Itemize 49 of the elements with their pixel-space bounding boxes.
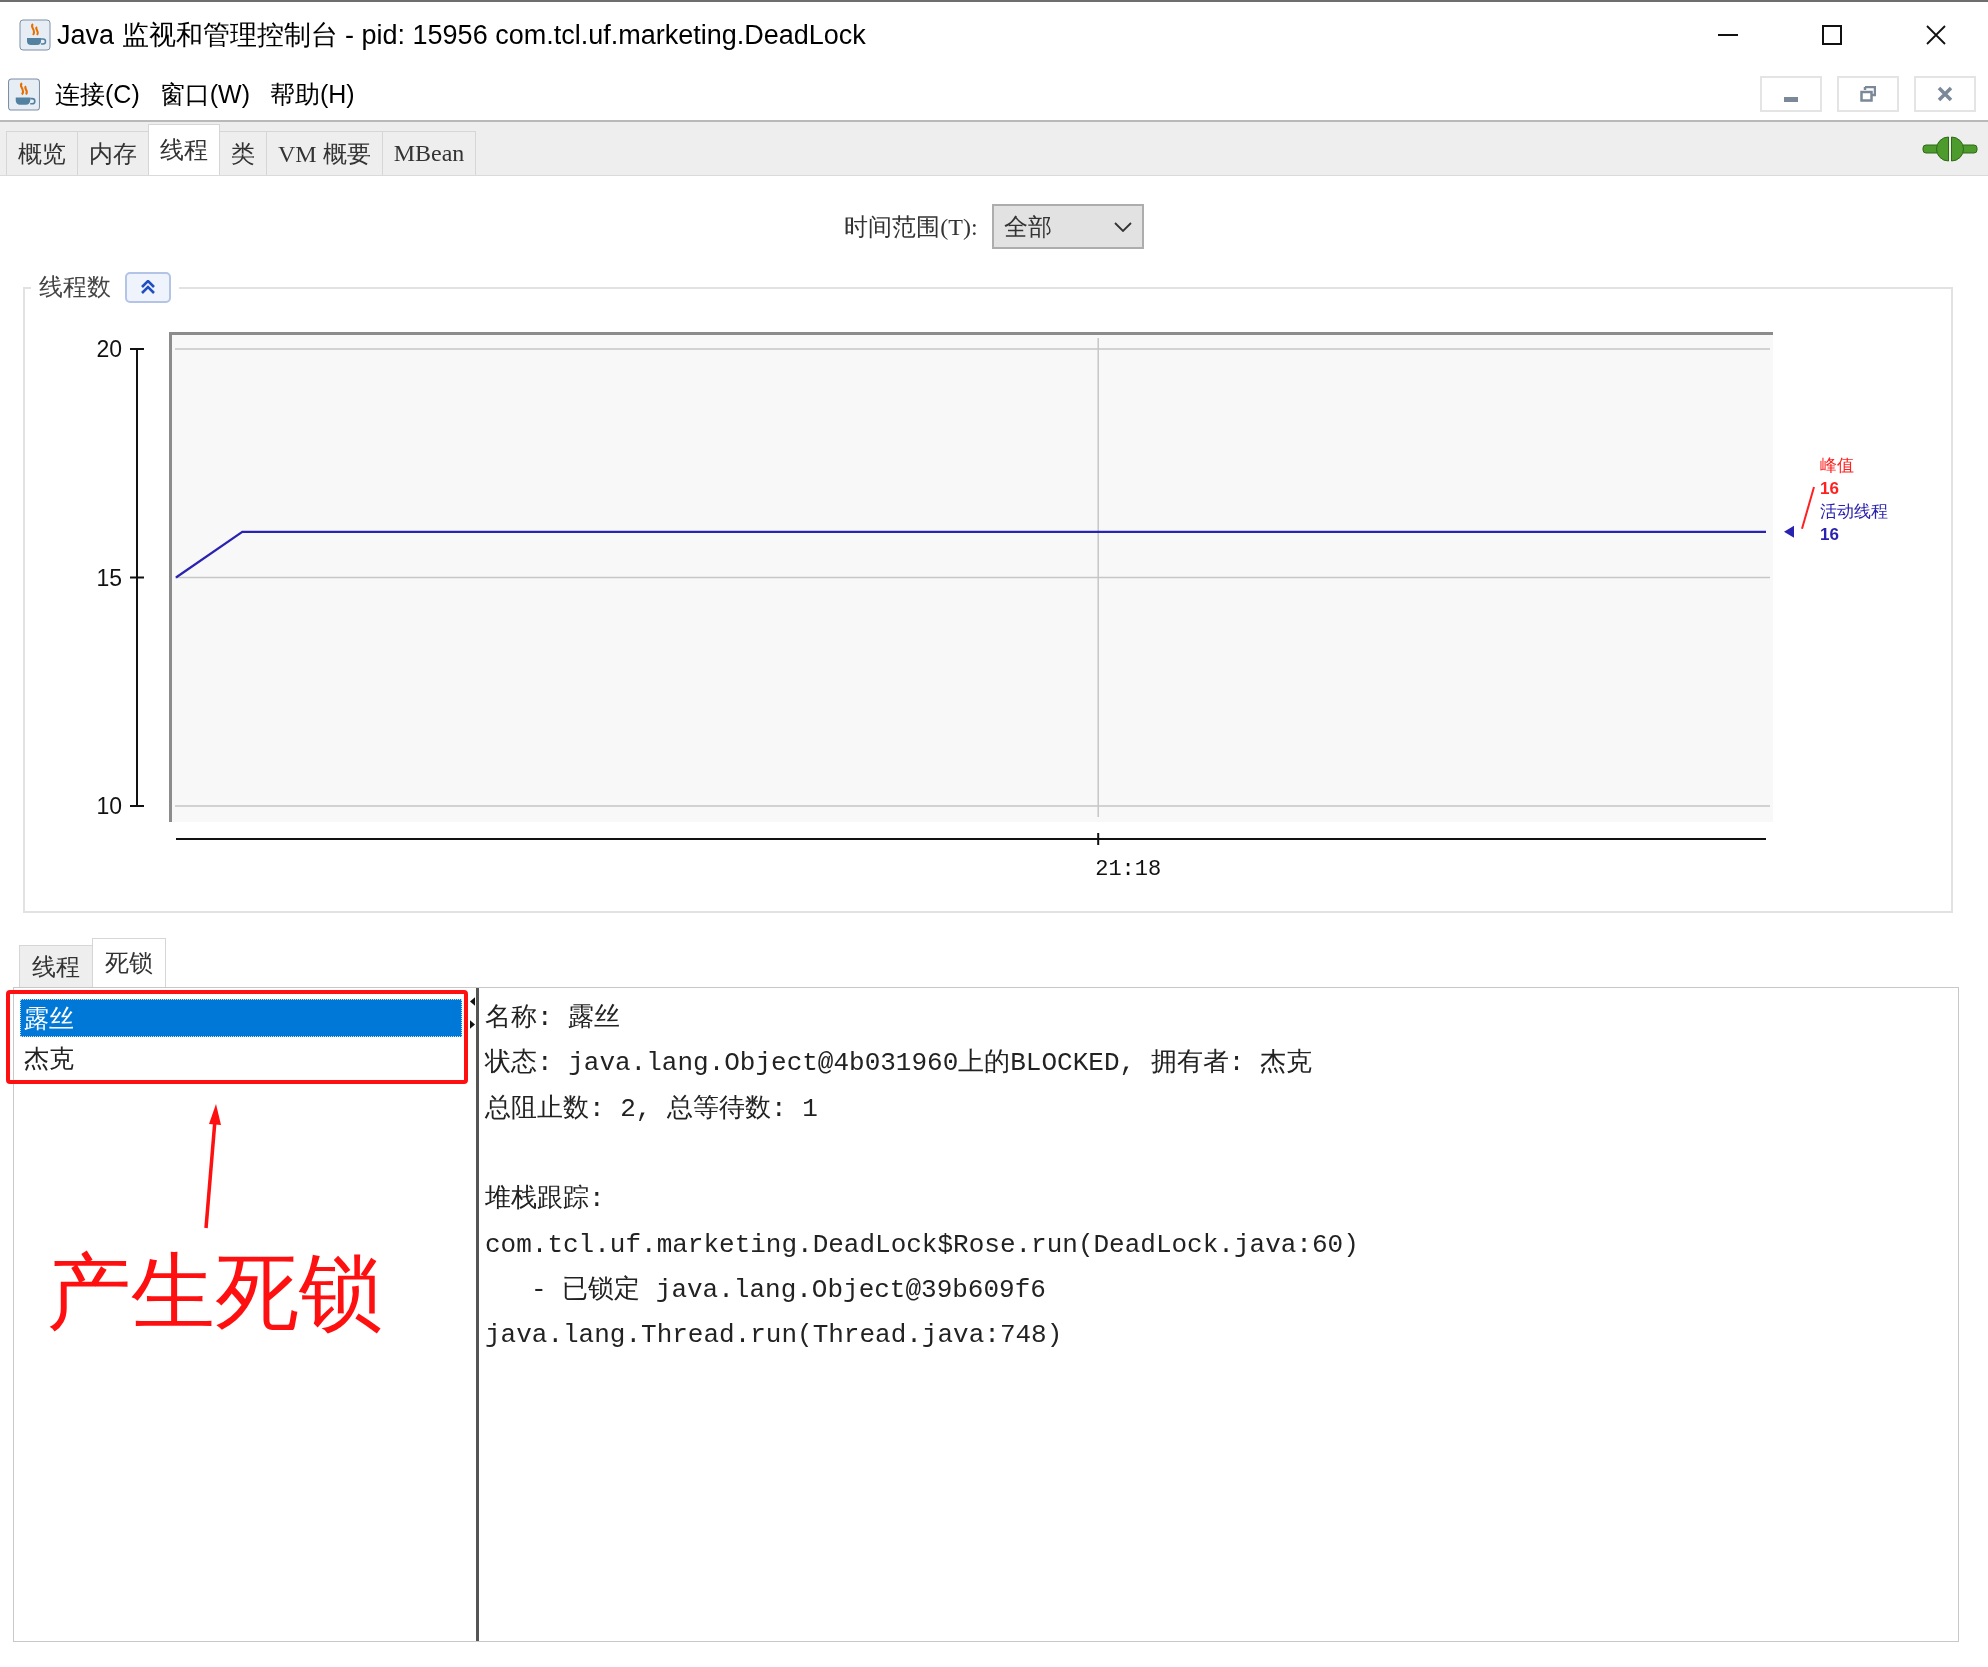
info-line: 状态: java.lang.Object@4b031960上的BLOCKED, 拥有者: 杰克 — [485, 1047, 1312, 1081]
close-icon — [1937, 86, 1953, 102]
close-icon — [1926, 25, 1946, 45]
maximize-icon — [1822, 25, 1842, 45]
right-arrow-icon[interactable] — [470, 1020, 475, 1029]
left-arrow-icon[interactable] — [470, 997, 475, 1006]
marker-icon — [1784, 525, 1794, 538]
minimize-icon — [1784, 96, 1798, 102]
time-range-dropdown[interactable]: 全部 — [991, 204, 1144, 249]
tab[interactable]: MBean — [381, 131, 477, 175]
axis-time-label: 21:18 — [1095, 857, 1162, 882]
stack-frame-line: com.tcl.uf.marketing.DeadLock$Rose.run(DeadLock.java:60) — [485, 1228, 1359, 1262]
info-line: 总阻止数: 2, 总等待数: 1 — [485, 1092, 818, 1126]
minimize-icon — [1718, 34, 1738, 36]
restore-icon — [1860, 86, 1876, 102]
menu-item[interactable]: 帮助(H) — [266, 75, 358, 113]
annotation-text: 产生死锁 — [47, 1250, 383, 1334]
axis-tick-label: 20 — [96, 336, 122, 362]
list-item[interactable]: 杰克 — [20, 1039, 462, 1077]
stack-frame-line: java.lang.Thread.run(Thread.java:748) — [485, 1319, 1063, 1353]
panel-title: 线程数 — [39, 273, 111, 302]
legend-label: 活动线程 — [1820, 502, 1888, 521]
plug-icon[interactable] — [1922, 134, 1978, 163]
axis-tick-label: 10 — [96, 793, 122, 819]
menu-item[interactable]: 窗口(W) — [156, 75, 253, 113]
lock-line: - 已锁定 java.lang.Object@39b609f6 — [530, 1274, 1046, 1308]
coffee-cup-icon — [19, 19, 51, 51]
tab[interactable]: 概览 — [6, 131, 78, 175]
chevron-down-icon — [1113, 221, 1132, 232]
legend-label: 峰值 — [1820, 456, 1854, 475]
info-line: 名称: 露丝 — [485, 1002, 621, 1035]
tab[interactable]: 死锁 — [92, 938, 166, 987]
axis-tick-label: 15 — [96, 564, 122, 591]
coffee-cup-icon[interactable] — [7, 77, 41, 111]
collapse-button[interactable] — [125, 271, 171, 303]
section-heading: 堆栈跟踪: — [485, 1183, 605, 1217]
double-chevron-up-icon — [140, 280, 156, 294]
legend-value: 16 — [1820, 479, 1839, 498]
close-button[interactable] — [1914, 76, 1976, 112]
minimize-button[interactable] — [1760, 76, 1822, 112]
restore-button[interactable] — [1837, 76, 1899, 112]
window-title: Java 监视和管理控制台 - pid: 15956 com.tcl.uf.marketing.DeadLock — [57, 19, 866, 52]
legend-value: 16 — [1820, 525, 1839, 544]
tab[interactable]: 线程 — [19, 945, 93, 987]
time-range-label: 时间范围(T): — [844, 212, 978, 242]
list-item[interactable]: 露丝 — [20, 999, 462, 1037]
leader-line — [1801, 486, 1815, 530]
menu-item[interactable]: 连接(C) — [52, 75, 143, 113]
tab[interactable]: 线程 — [148, 124, 220, 175]
